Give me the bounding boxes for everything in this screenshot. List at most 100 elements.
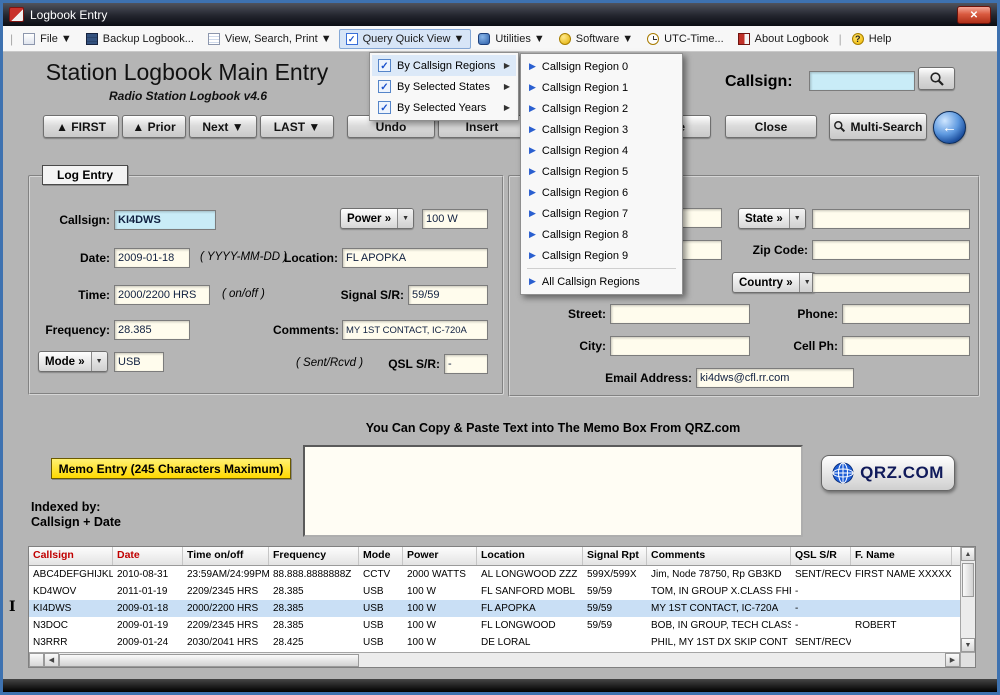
next-record-button[interactable]: Next ▼ <box>189 115 257 138</box>
submenu-item-callsign-region-7[interactable]: ▶Callsign Region 7 <box>523 203 680 224</box>
vertical-scrollbar[interactable]: ▲ ▼ <box>960 547 975 652</box>
scroll-up-icon[interactable]: ▲ <box>961 547 975 561</box>
text-cursor: I <box>9 599 16 615</box>
query-quick-view-icon: ✓ <box>346 33 358 45</box>
submenu-item-callsign-region-4[interactable]: ▶Callsign Region 4 <box>523 140 680 161</box>
back-arrow-icon: ← <box>942 119 957 136</box>
phone-input[interactable] <box>842 304 970 324</box>
close-record-button[interactable]: Close <box>725 115 817 138</box>
table-row[interactable]: KI4DWS2009-01-182000/2200 HRS28.385USB10… <box>29 600 975 617</box>
window-bottom-edge <box>3 679 997 692</box>
globe-icon <box>832 462 854 484</box>
qsl-label: QSL S/R: <box>382 357 440 371</box>
menubar-item-query-quick-view[interactable]: ✓Query Quick View ▼ <box>339 29 472 49</box>
country-input[interactable] <box>812 273 970 293</box>
about-icon <box>738 33 750 45</box>
column-header-mode[interactable]: Mode <box>359 547 403 565</box>
menubar-separator: | <box>10 32 13 46</box>
column-header-power[interactable]: Power <box>403 547 477 565</box>
query-menu-item-by-selected-states[interactable]: ✓By Selected States▶ <box>372 76 516 97</box>
date-input[interactable] <box>114 248 190 268</box>
last-record-button[interactable]: LAST ▼ <box>260 115 334 138</box>
column-header-location[interactable]: Location <box>477 547 583 565</box>
scroll-down-icon[interactable]: ▼ <box>961 638 975 652</box>
column-header-frequency[interactable]: Frequency <box>269 547 359 565</box>
column-header-date[interactable]: Date <box>113 547 183 565</box>
table-row[interactable]: N3DOC2009-01-192209/2345 HRS28.385USB100… <box>29 617 975 634</box>
submenu-item-callsign-region-1[interactable]: ▶Callsign Region 1 <box>523 77 680 98</box>
menubar-item-view-search-print[interactable]: View, Search, Print ▼ <box>201 29 339 49</box>
column-header-f-name[interactable]: F. Name <box>851 547 952 565</box>
callsign-search-input[interactable] <box>809 71 915 91</box>
state-input[interactable] <box>812 209 970 229</box>
horizontal-scroll-thumb[interactable] <box>59 654 359 667</box>
mode-dropdown[interactable]: Mode » ▼ <box>38 351 108 372</box>
titlebar[interactable]: Logbook Entry ✕ <box>3 3 997 26</box>
submenu-item-callsign-region-0[interactable]: ▶Callsign Region 0 <box>523 56 680 77</box>
cell-phone-input[interactable] <box>842 336 970 356</box>
query-menu-item-by-selected-years[interactable]: ✓By Selected Years▶ <box>372 97 516 118</box>
prior-record-button[interactable]: ▲ Prior <box>122 115 186 138</box>
table-row[interactable]: ABC4DEFGHIJKL2010-08-3123:59AM/24:99PM88… <box>29 566 975 583</box>
indexed-by-line2: Callsign + Date <box>31 515 121 529</box>
time-input[interactable] <box>114 285 210 305</box>
zip-code-input[interactable] <box>812 240 970 260</box>
log-table-body: ABC4DEFGHIJKL2010-08-3123:59AM/24:99PM88… <box>29 566 975 651</box>
qrz-button[interactable]: QRZ.COM <box>821 455 955 491</box>
back-button[interactable]: ← <box>933 111 966 144</box>
scroll-left-icon[interactable]: ◀ <box>44 653 59 667</box>
signal-input[interactable] <box>408 285 488 305</box>
menubar-item-software[interactable]: Software ▼ <box>552 29 640 49</box>
utilities-icon <box>478 33 490 45</box>
menubar-item-file[interactable]: File ▼ <box>16 29 79 49</box>
column-header-callsign[interactable]: Callsign <box>29 547 113 565</box>
memo-input[interactable] <box>303 445 803 537</box>
menubar-item-utilities[interactable]: Utilities ▼ <box>471 29 551 49</box>
callsign-input[interactable] <box>114 210 216 230</box>
menubar-item-backup-logbook[interactable]: Backup Logbook... <box>79 29 201 49</box>
logbook-entry-window: Logbook Entry ✕ |File ▼Backup Logbook...… <box>0 0 1000 695</box>
comments-input[interactable] <box>342 320 488 340</box>
column-header-time-on-off[interactable]: Time on/off <box>183 547 269 565</box>
state-dropdown[interactable]: State » ▼ <box>738 208 806 229</box>
close-window-button[interactable]: ✕ <box>957 6 991 24</box>
mode-input[interactable] <box>114 352 164 372</box>
submenu-item-callsign-region-5[interactable]: ▶Callsign Region 5 <box>523 161 680 182</box>
city-input[interactable] <box>610 336 750 356</box>
submenu-item-callsign-region-9[interactable]: ▶Callsign Region 9 <box>523 245 680 266</box>
play-icon: ▶ <box>529 124 536 135</box>
location-label: Location: <box>260 251 338 265</box>
country-dropdown[interactable]: Country » ▼ <box>732 272 816 293</box>
submenu-item-callsign-region-6[interactable]: ▶Callsign Region 6 <box>523 182 680 203</box>
table-row[interactable]: N3RRR2009-01-242030/2041 HRS28.425USB100… <box>29 634 975 651</box>
column-header-qsl-s-r[interactable]: QSL S/R <box>791 547 851 565</box>
menubar-item-about-logbook[interactable]: About Logbook <box>731 29 836 49</box>
first-record-button[interactable]: ▲ FIRST <box>43 115 119 138</box>
query-menu-item-by-callsign-regions[interactable]: ✓By Callsign Regions▶ <box>372 55 516 76</box>
play-icon: ▶ <box>529 208 536 219</box>
scroll-right-icon[interactable]: ▶ <box>945 653 960 667</box>
mode-dropdown-label: Mode » <box>39 352 91 371</box>
power-dropdown[interactable]: Power » ▼ <box>340 208 414 229</box>
submenu-item-callsign-region-3[interactable]: ▶Callsign Region 3 <box>523 119 680 140</box>
column-header-comments[interactable]: Comments <box>647 547 791 565</box>
email-input[interactable] <box>696 368 854 388</box>
play-icon: ▶ <box>529 166 536 177</box>
submenu-item-callsign-region-8[interactable]: ▶Callsign Region 8 <box>523 224 680 245</box>
street-input[interactable] <box>610 304 750 324</box>
submenu-item-all-callsign-regions[interactable]: ▶All Callsign Regions <box>523 271 680 292</box>
callsign-search-button[interactable] <box>918 67 955 90</box>
multi-search-button[interactable]: Multi-Search <box>829 113 927 140</box>
submenu-item-callsign-region-2[interactable]: ▶Callsign Region 2 <box>523 98 680 119</box>
column-header-signal-rpt[interactable]: Signal Rpt <box>583 547 647 565</box>
vertical-scroll-thumb[interactable] <box>962 563 974 597</box>
menubar-item-utc-time[interactable]: UTC-Time... <box>640 29 730 49</box>
table-row[interactable]: KD4WOV2011-01-192209/2345 HRS28.385USB10… <box>29 583 975 600</box>
query-quick-view-menu: ✓By Callsign Regions▶✓By Selected States… <box>369 52 519 121</box>
frequency-input[interactable] <box>114 320 190 340</box>
location-input[interactable] <box>342 248 488 268</box>
menubar-item-help[interactable]: ?Help <box>845 29 899 49</box>
power-input[interactable] <box>422 209 488 229</box>
qsl-input[interactable] <box>444 354 488 374</box>
horizontal-scrollbar[interactable]: ◀ ▶ <box>29 652 960 667</box>
